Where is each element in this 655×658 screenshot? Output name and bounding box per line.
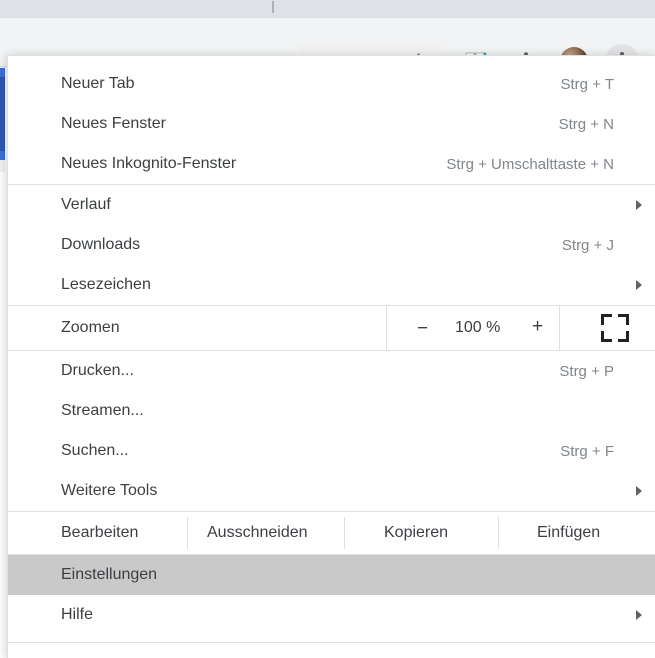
- edit-label: Bearbeiten: [61, 524, 139, 541]
- menu-item-new-incognito-window[interactable]: Neues Inkognito-Fenster Strg + Umschaltt…: [8, 144, 655, 184]
- menu-item-label: Hilfe: [61, 606, 94, 623]
- menu-item-label: Streamen...: [61, 402, 144, 419]
- edit-divider-1: [187, 517, 188, 549]
- zoom-in-button[interactable]: +: [532, 317, 543, 336]
- menu-item-label: Suchen...: [61, 442, 129, 459]
- submenu-arrow-icon: [636, 486, 642, 496]
- zoom-out-button[interactable]: −: [417, 319, 428, 338]
- menu-item-new-window[interactable]: Neues Fenster Strg + N: [8, 104, 655, 144]
- tab-separator: [272, 1, 274, 13]
- edit-divider-2: [344, 517, 345, 549]
- zoom-divider-right: [559, 306, 560, 350]
- menu-item-shortcut: Strg + P: [559, 362, 614, 380]
- menu-section-settings: Einstellungen Hilfe: [8, 555, 655, 635]
- menu-item-bookmarks[interactable]: Lesezeichen: [8, 265, 655, 305]
- menu-item-label: Lesezeichen: [61, 276, 151, 293]
- menu-item-find[interactable]: Suchen... Strg + F: [8, 431, 655, 471]
- zoom-divider-left: [386, 306, 387, 350]
- page-scrollbar-thumb[interactable]: [0, 68, 5, 160]
- submenu-arrow-icon: [636, 200, 642, 210]
- menu-item-downloads[interactable]: Downloads Strg + J: [8, 225, 655, 265]
- tab-strip: [0, 0, 655, 18]
- menu-item-new-tab[interactable]: Neuer Tab Strg + T: [8, 64, 655, 104]
- chrome-main-menu: Neuer Tab Strg + T Neues Fenster Strg + …: [7, 55, 655, 658]
- menu-section-new: Neuer Tab Strg + T Neues Fenster Strg + …: [8, 64, 655, 184]
- menu-item-label: Drucken...: [61, 362, 134, 379]
- browser-window: Neuer Tab Strg + T Neues Fenster Strg + …: [0, 0, 655, 658]
- zoom-level-value: 100 %: [455, 319, 501, 336]
- zoom-label: Zoomen: [61, 319, 120, 336]
- menu-item-label: Neuer Tab: [61, 75, 135, 92]
- menu-item-exit[interactable]: Beenden: [8, 650, 655, 658]
- menu-item-cast[interactable]: Streamen...: [8, 391, 655, 431]
- menu-item-shortcut: Strg + F: [560, 442, 614, 460]
- edit-divider-3: [498, 517, 499, 549]
- menu-item-shortcut: Strg + Umschalttaste + N: [446, 155, 614, 173]
- fullscreen-icon[interactable]: [601, 314, 629, 342]
- menu-item-shortcut: Strg + J: [561, 236, 614, 254]
- copy-button[interactable]: Kopieren: [384, 524, 448, 542]
- menu-item-print[interactable]: Drucken... Strg + P: [8, 351, 655, 391]
- menu-section-browse: Verlauf Downloads Strg + J Lesezeichen: [8, 185, 655, 305]
- submenu-arrow-icon: [636, 280, 642, 290]
- paste-button[interactable]: Einfügen: [537, 524, 600, 542]
- menu-item-history[interactable]: Verlauf: [8, 185, 655, 225]
- edit-row: Bearbeiten Ausschneiden Kopieren Einfüge…: [8, 512, 655, 554]
- menu-divider: [8, 642, 655, 643]
- menu-section-exit: Beenden: [8, 650, 655, 658]
- zoom-row: Zoomen − 100 % +: [8, 306, 655, 350]
- menu-item-shortcut: Strg + N: [558, 115, 614, 133]
- menu-top-spacer: [8, 56, 655, 64]
- menu-item-more-tools[interactable]: Weitere Tools: [8, 471, 655, 511]
- cut-button[interactable]: Ausschneiden: [207, 524, 308, 542]
- menu-item-shortcut: Strg + T: [560, 75, 615, 93]
- menu-item-settings[interactable]: Einstellungen: [8, 555, 655, 595]
- menu-item-label: Neues Inkognito-Fenster: [61, 155, 237, 172]
- menu-item-label: Weitere Tools: [61, 482, 158, 499]
- menu-item-label: Verlauf: [61, 196, 111, 213]
- menu-item-label: Neues Fenster: [61, 115, 166, 132]
- menu-item-label: Downloads: [61, 236, 141, 253]
- menu-section-tools: Drucken... Strg + P Streamen... Suchen..…: [8, 351, 655, 511]
- submenu-arrow-icon: [636, 610, 642, 620]
- menu-item-label: Einstellungen: [61, 566, 158, 583]
- menu-item-help[interactable]: Hilfe: [8, 595, 655, 635]
